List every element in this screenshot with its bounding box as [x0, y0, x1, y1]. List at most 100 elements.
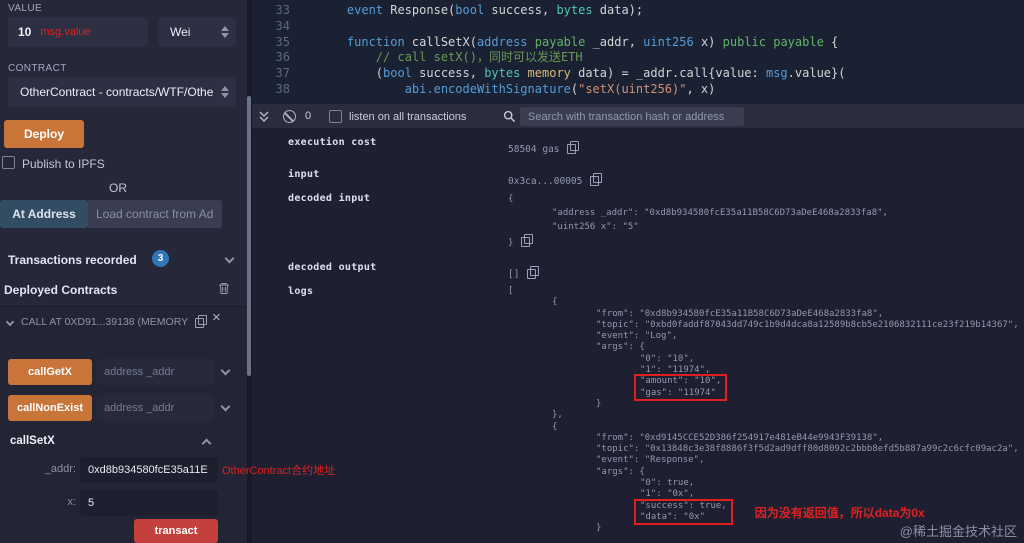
copy-icon[interactable] [521, 234, 533, 247]
json-line: "from": "0xd9145CCE52D386f254917e481eB44… [508, 433, 1019, 444]
terminal-row: decoded input{ "address _addr": "0xd8b934… [288, 193, 888, 248]
callnonexist-arg-input[interactable] [96, 395, 214, 421]
copy-icon[interactable] [567, 141, 579, 154]
listen-all-label: listen on all transactions [349, 111, 466, 123]
json-text: "args": { [596, 342, 645, 352]
json-text: { [552, 422, 557, 432]
publish-ipfs-label: Publish to IPFS [22, 157, 105, 171]
trash-icon[interactable] [218, 282, 230, 300]
sidebar-scrollbar-thumb[interactable] [247, 96, 251, 376]
at-address-input[interactable] [88, 200, 222, 228]
copy-icon[interactable] [590, 173, 602, 186]
value-input-text: 10 [18, 25, 31, 39]
json-line: { [508, 422, 1019, 433]
line-number: 36 [252, 50, 290, 66]
json-text: "from": "0xd9145CCE52D386f254917e481eB44… [596, 433, 883, 443]
transaction-count: 0 [305, 110, 311, 122]
terminal-toolbar: 0 listen on all transactions [252, 104, 1024, 129]
json-line: "1": "0x", [508, 489, 1019, 500]
json-line: "topic": "0xbd0faddf87043dd749c1b9d4dca8… [508, 320, 1019, 331]
deployed-contracts-label: Deployed Contracts [4, 283, 117, 297]
json-block: { "address _addr": "0xd8b934580fcE35a11B5… [508, 193, 888, 248]
json-text: { [508, 194, 513, 204]
json-text: } [596, 399, 601, 409]
highlight-box [634, 499, 733, 526]
annotation-contract-address: OtherContract合约地址 [222, 462, 335, 478]
json-line: "from": "0xd8b934580fcE35a11B58C6D73aDeE… [508, 309, 1019, 320]
terminal-row-label: input [288, 169, 508, 180]
terminal-row-label: decoded input [288, 193, 508, 204]
contract-select-value: OtherContract - contracts/WTF/Othe [20, 85, 213, 99]
terminal-row-value: [] [508, 269, 519, 280]
json-line: "amount": "10", [508, 376, 1019, 387]
contract-select[interactable]: OtherContract - contracts/WTF/Othe [8, 77, 236, 107]
copy-icon[interactable] [195, 315, 207, 328]
line-number: 35 [252, 35, 290, 51]
line-number: 37 [252, 66, 290, 82]
code-line: abi.encodeWithSignature("setX(uint256)",… [318, 82, 845, 98]
terminal-row-label: decoded output [288, 262, 508, 273]
json-text: "event": "Response", [596, 455, 704, 465]
editor-gutter: 333435363738 [252, 3, 290, 98]
json-block: [{"from": "0xd8b934580fcE35a11B58C6D73aD… [508, 286, 1019, 535]
expand-terminal-icon[interactable] [258, 110, 270, 128]
callgetx-arg-input[interactable] [96, 359, 214, 385]
terminal-row: decoded output[] [288, 262, 539, 281]
addr-arg-input[interactable] [80, 457, 218, 483]
select-arrows-icon [221, 85, 229, 99]
json-line: "address _addr": "0xd8b934580fcE35a11B58… [508, 207, 888, 221]
clear-console-icon[interactable] [283, 110, 296, 123]
code-line: function callSetX(address payable _addr,… [318, 35, 845, 51]
annotation-logs: 因为没有返回值，所以data为0x [755, 504, 925, 521]
line-number: 33 [252, 3, 290, 19]
json-line: [ [508, 286, 1019, 297]
code-editor[interactable]: 333435363738 event Response(bool success… [252, 0, 1024, 104]
select-arrows-icon [221, 25, 229, 39]
json-text: } [596, 523, 601, 533]
json-text: "from": "0xd8b934580fcE35a11B58C6D73aDeE… [596, 309, 883, 319]
json-text: "uint256 x": "5" [552, 222, 639, 232]
chevron-down-icon[interactable] [6, 318, 14, 326]
code-line: event Response(bool success, bytes data)… [318, 3, 845, 19]
msg-value-annotation: msg.value [40, 26, 90, 38]
json-text: [ [508, 286, 513, 296]
unit-select[interactable]: Wei [158, 17, 236, 47]
json-text: "event": "Log", [596, 331, 677, 341]
json-line: } [508, 399, 1019, 410]
contract-instance-title: CALL AT 0XD91...39138 (MEMORY [21, 316, 188, 328]
json-line: "0": "10", [508, 354, 1019, 365]
copy-icon[interactable] [527, 266, 539, 279]
listen-all-checkbox[interactable] [329, 110, 342, 123]
unit-select-value: Wei [170, 25, 190, 39]
terminal-row: logs[{"from": "0xd8b934580fcE35a11B58C6D… [288, 286, 1019, 535]
value-input[interactable]: 10 msg.value [8, 17, 148, 47]
x-arg-label: x: [8, 496, 76, 508]
chevron-down-icon[interactable] [221, 402, 231, 412]
close-icon[interactable]: × [212, 309, 221, 326]
deployed-contract-card: CALL AT 0XD91...39138 (MEMORY × callGetX… [0, 306, 247, 543]
terminal-row: execution cost58504 gas [288, 137, 579, 156]
transact-button[interactable]: transact [134, 519, 218, 543]
editor-code: event Response(bool success, bytes data)… [318, 3, 845, 98]
callnonexist-button[interactable]: callNonExist [8, 395, 92, 421]
callgetx-button[interactable]: callGetX [8, 359, 92, 385]
terminal-row-value: 0x3ca...00005 [508, 176, 582, 187]
terminal-row: input0x3ca...00005 [288, 169, 602, 188]
highlight-box [634, 374, 727, 401]
line-number: 34 [252, 19, 290, 35]
deploy-button[interactable]: Deploy [4, 120, 84, 148]
json-line: "event": "Response", [508, 455, 1019, 466]
json-line: { [508, 297, 1019, 308]
publish-ipfs-checkbox[interactable] [2, 156, 15, 169]
x-arg-input[interactable] [80, 490, 218, 516]
json-line: "0": true, [508, 478, 1019, 489]
at-address-button[interactable]: At Address [0, 200, 88, 228]
remix-ide-window: VALUE 10 msg.value Wei CONTRACT OtherCon… [0, 0, 1024, 543]
chevron-up-icon[interactable] [202, 439, 212, 449]
chevron-down-icon[interactable] [221, 366, 231, 376]
json-line: "1": "11974", [508, 365, 1019, 376]
terminal-search-input[interactable] [520, 107, 744, 126]
json-text: "topic": "0x13848c3e38f8886f3f5d2ad9dff8… [596, 444, 1019, 454]
terminal-row-label: logs [288, 286, 508, 297]
chevron-down-icon[interactable] [225, 254, 235, 264]
